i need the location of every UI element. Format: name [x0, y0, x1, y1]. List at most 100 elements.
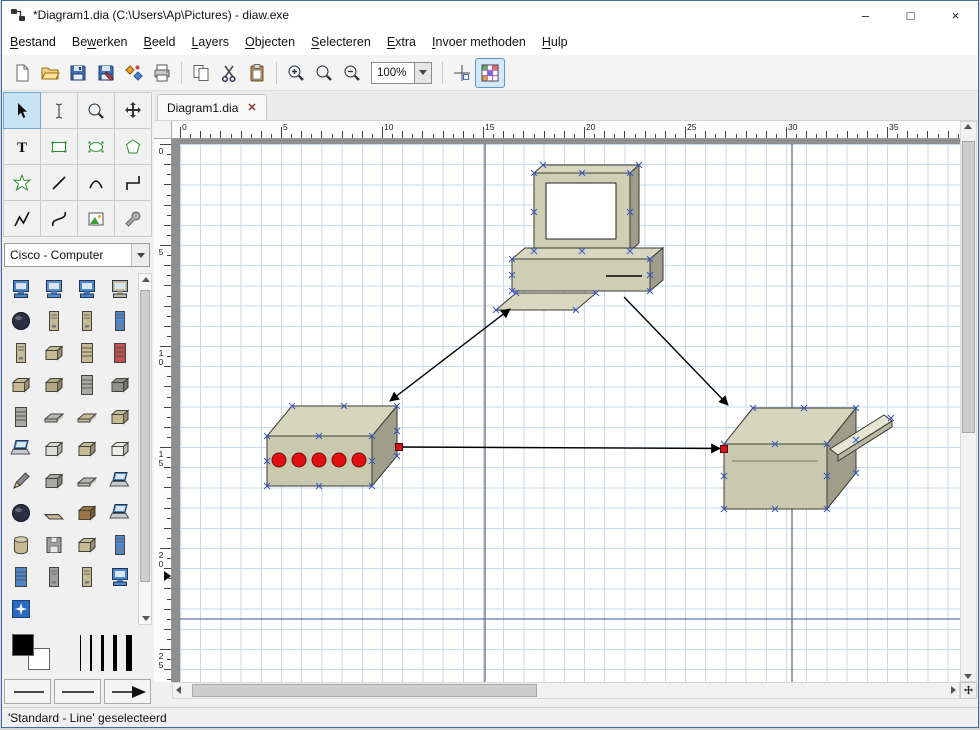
- palette-shape-1[interactable]: [4, 273, 37, 305]
- palette-shape-13[interactable]: [4, 369, 37, 401]
- line-style-button[interactable]: [54, 679, 101, 704]
- print-button[interactable]: [148, 59, 176, 87]
- line-width-3[interactable]: [101, 635, 104, 671]
- palette-shape-32[interactable]: [103, 497, 136, 529]
- tool-beziergon[interactable]: [3, 164, 41, 201]
- diagram-canvas[interactable]: [172, 139, 960, 682]
- menu-item-beeld[interactable]: Beeld: [135, 31, 183, 53]
- sheet-selector[interactable]: Cisco - Computer: [4, 243, 150, 267]
- zoom-value[interactable]: 100%: [371, 61, 415, 84]
- palette-shape-23[interactable]: [70, 433, 103, 465]
- palette-shape-41[interactable]: [4, 593, 37, 625]
- palette-shape-30[interactable]: [37, 497, 70, 529]
- open-button[interactable]: [36, 59, 64, 87]
- palette-shape-4[interactable]: [103, 273, 136, 305]
- palette-shape-17[interactable]: [4, 401, 37, 433]
- palette-shape-10[interactable]: [37, 337, 70, 369]
- end-arrow-style-button[interactable]: [104, 679, 151, 704]
- export-button[interactable]: [120, 59, 148, 87]
- tool-image[interactable]: [77, 200, 115, 237]
- palette-shape-26[interactable]: [37, 465, 70, 497]
- palette-shape-6[interactable]: [37, 305, 70, 337]
- tool-magnify[interactable]: [77, 92, 115, 129]
- computer-shape[interactable]: [494, 163, 665, 311]
- line-width-5[interactable]: [126, 635, 132, 671]
- tool-arc[interactable]: [77, 164, 115, 201]
- zoom-out-button[interactable]: [338, 59, 366, 87]
- palette-shape-18[interactable]: [37, 401, 70, 433]
- menu-item-hulp[interactable]: Hulp: [534, 31, 576, 53]
- palette-shape-14[interactable]: [37, 369, 70, 401]
- horizontal-scrollbar[interactable]: [172, 682, 960, 699]
- paste-button[interactable]: [243, 59, 271, 87]
- zoom-original-button[interactable]: [310, 59, 338, 87]
- palette-shape-12[interactable]: [103, 337, 136, 369]
- menu-item-bestand[interactable]: Bestand: [2, 31, 64, 53]
- printer-shape[interactable]: [722, 406, 893, 511]
- palette-shape-31[interactable]: [70, 497, 103, 529]
- tool-bezierline[interactable]: [40, 200, 78, 237]
- menu-item-bewerken[interactable]: Bewerken: [64, 31, 136, 53]
- palette-shape-7[interactable]: [70, 305, 103, 337]
- palette-scroll-up-icon[interactable]: [141, 277, 150, 282]
- palette-scrollbar[interactable]: [138, 273, 152, 625]
- tool-line[interactable]: [40, 164, 78, 201]
- palette-shape-8[interactable]: [103, 305, 136, 337]
- tool-box[interactable]: [40, 128, 78, 165]
- menu-item-layers[interactable]: Layers: [183, 31, 237, 53]
- server-shape[interactable]: [265, 404, 399, 488]
- tool-zigzagline[interactable]: [114, 164, 152, 201]
- zoom-dropdown-button[interactable]: [415, 61, 432, 84]
- tool-textedit[interactable]: [40, 92, 78, 129]
- pan-canvas-button[interactable]: [960, 682, 977, 699]
- scroll-down-icon[interactable]: [964, 674, 972, 679]
- close-button[interactable]: ×: [933, 1, 978, 29]
- palette-shape-9[interactable]: [4, 337, 37, 369]
- palette-shape-34[interactable]: [37, 529, 70, 561]
- line-width-1[interactable]: [80, 635, 81, 671]
- palette-shape-29[interactable]: [4, 497, 37, 529]
- palette-shape-28[interactable]: [103, 465, 136, 497]
- begin-arrow-style-button[interactable]: [4, 679, 51, 704]
- tool-text[interactable]: T: [3, 128, 41, 165]
- menu-item-objecten[interactable]: Objecten: [237, 31, 303, 53]
- palette-shape-16[interactable]: [103, 369, 136, 401]
- line-width-selector[interactable]: [80, 635, 132, 671]
- palette-shape-24[interactable]: [103, 433, 136, 465]
- connector-arrows[interactable]: [389, 296, 729, 454]
- vertical-scrollbar[interactable]: [960, 121, 977, 682]
- scroll-left-icon[interactable]: [176, 686, 181, 694]
- tool-modify[interactable]: [3, 92, 41, 129]
- menu-item-invoer_methoden[interactable]: Invoer methoden: [424, 31, 534, 53]
- menu-item-extra[interactable]: Extra: [379, 31, 424, 53]
- palette-shape-2[interactable]: [37, 273, 70, 305]
- palette-shape-3[interactable]: [70, 273, 103, 305]
- palette-shape-39[interactable]: [70, 561, 103, 593]
- horizontal-scrollbar-thumb[interactable]: [192, 684, 537, 697]
- menu-item-selecteren[interactable]: Selecteren: [303, 31, 379, 53]
- tool-polyline[interactable]: [3, 200, 41, 237]
- tab-close-icon[interactable]: ✕: [247, 101, 256, 114]
- scroll-right-icon[interactable]: [951, 686, 956, 694]
- save-as-button[interactable]: [92, 59, 120, 87]
- palette-shape-15[interactable]: [70, 369, 103, 401]
- palette-shape-27[interactable]: [70, 465, 103, 497]
- palette-shape-35[interactable]: [70, 529, 103, 561]
- line-width-4[interactable]: [113, 635, 117, 671]
- palette-shape-5[interactable]: [4, 305, 37, 337]
- scroll-up-icon[interactable]: [964, 124, 972, 129]
- palette-shape-21[interactable]: [4, 433, 37, 465]
- palette-shape-20[interactable]: [103, 401, 136, 433]
- grid-visibility-toggle[interactable]: [475, 57, 505, 88]
- tab-diagram1[interactable]: Diagram1.dia ✕: [157, 94, 267, 120]
- minimize-button[interactable]: –: [843, 1, 888, 29]
- tool-outline[interactable]: [114, 200, 152, 237]
- maximize-button[interactable]: □: [888, 1, 933, 29]
- palette-shape-22[interactable]: [37, 433, 70, 465]
- copy-button[interactable]: [187, 59, 215, 87]
- snap-to-grid-toggle[interactable]: [448, 59, 476, 87]
- palette-shape-40[interactable]: [103, 561, 136, 593]
- vertical-scrollbar-thumb[interactable]: [962, 141, 975, 433]
- line-width-2[interactable]: [90, 635, 92, 671]
- palette-shape-33[interactable]: [4, 529, 37, 561]
